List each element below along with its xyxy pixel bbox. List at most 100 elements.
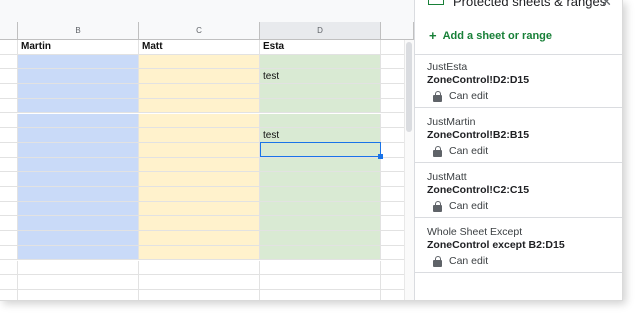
- protected-item-justmartin[interactable]: JustMartin ZoneControl!B2:B15 Can edit: [427, 116, 617, 157]
- item-permission: Can edit: [427, 200, 617, 212]
- cell[interactable]: [18, 142, 139, 158]
- cell[interactable]: [0, 157, 18, 173]
- lock-icon: [433, 145, 442, 157]
- cell[interactable]: [0, 84, 18, 99]
- header-cell-martin[interactable]: Martin: [18, 40, 139, 55]
- app-window: B C D Martin Matt Esta test test Protect…: [0, 0, 623, 301]
- lock-icon: [433, 255, 442, 267]
- header-cell-matt[interactable]: Matt: [139, 40, 260, 55]
- cell[interactable]: [18, 84, 139, 99]
- fill-handle[interactable]: [378, 154, 383, 159]
- cell[interactable]: [0, 289, 18, 300]
- add-range-button[interactable]: + Add a sheet or range: [429, 28, 552, 43]
- cell[interactable]: [18, 216, 139, 232]
- cell[interactable]: [0, 98, 18, 114]
- protected-item-whole-sheet-except[interactable]: Whole Sheet Except ZoneControl except B2…: [427, 226, 617, 267]
- col-header-b[interactable]: B: [18, 22, 139, 40]
- cell[interactable]: [0, 216, 18, 232]
- cell[interactable]: [18, 69, 139, 85]
- cell[interactable]: [260, 113, 381, 129]
- cell[interactable]: [139, 216, 260, 232]
- cell[interactable]: [139, 113, 260, 129]
- cell[interactable]: [260, 84, 381, 99]
- cell[interactable]: [18, 245, 139, 261]
- cell[interactable]: [18, 128, 139, 143]
- cell[interactable]: [18, 187, 139, 202]
- permission-label: Can edit: [449, 200, 489, 212]
- cell[interactable]: [139, 69, 260, 85]
- cell[interactable]: [0, 172, 18, 187]
- protected-item-justmatt[interactable]: JustMatt ZoneControl!C2:C15 Can edit: [427, 171, 617, 212]
- cell[interactable]: [139, 289, 260, 300]
- cell[interactable]: [18, 275, 139, 290]
- cell[interactable]: [139, 157, 260, 173]
- col-header-a[interactable]: [0, 22, 18, 40]
- protected-ranges-panel: Protected sheets & ranges ✕ + Add a shee…: [414, 0, 622, 300]
- cell[interactable]: [18, 172, 139, 187]
- cell[interactable]: [260, 289, 381, 300]
- item-name: JustMatt: [427, 171, 467, 183]
- scrollbar-thumb[interactable]: [406, 42, 412, 132]
- selected-cell-d8[interactable]: [260, 142, 381, 157]
- cell[interactable]: [260, 172, 381, 187]
- permission-label: Can edit: [449, 145, 489, 157]
- cell[interactable]: [139, 275, 260, 290]
- divider: [415, 272, 622, 273]
- cell[interactable]: [0, 275, 18, 290]
- cell[interactable]: [139, 172, 260, 187]
- cell[interactable]: [260, 54, 381, 70]
- cell[interactable]: [260, 216, 381, 232]
- cell[interactable]: [260, 245, 381, 261]
- cell[interactable]: [139, 231, 260, 246]
- cell[interactable]: [0, 260, 18, 276]
- cell[interactable]: [260, 201, 381, 217]
- cell[interactable]: [18, 231, 139, 246]
- cell[interactable]: [18, 289, 139, 300]
- cell[interactable]: [0, 245, 18, 261]
- cell[interactable]: [0, 201, 18, 217]
- cell[interactable]: [260, 187, 381, 202]
- col-header-e[interactable]: [381, 22, 414, 40]
- cell[interactable]: [260, 260, 381, 276]
- cell[interactable]: [260, 275, 381, 290]
- cell[interactable]: [18, 201, 139, 217]
- cell[interactable]: [139, 84, 260, 99]
- cell[interactable]: [0, 54, 18, 70]
- cell[interactable]: [18, 113, 139, 129]
- cell[interactable]: [0, 40, 18, 55]
- cell[interactable]: [0, 142, 18, 158]
- cell[interactable]: [139, 98, 260, 114]
- col-header-c[interactable]: C: [139, 22, 260, 40]
- item-name: Whole Sheet Except: [427, 226, 523, 238]
- cell[interactable]: [18, 54, 139, 70]
- cell[interactable]: [260, 157, 381, 173]
- divider: [415, 162, 622, 163]
- toolbar-remnant: [0, 0, 414, 23]
- permission-label: Can edit: [449, 255, 489, 267]
- cell[interactable]: [18, 98, 139, 114]
- close-icon[interactable]: ✕: [601, 0, 612, 10]
- cell-grid[interactable]: Martin Matt Esta test test: [0, 40, 410, 300]
- cell[interactable]: [139, 245, 260, 261]
- cell[interactable]: [18, 260, 139, 276]
- cell-d3[interactable]: test: [260, 70, 381, 85]
- cell[interactable]: [139, 187, 260, 202]
- item-range: ZoneControl!C2:C15: [427, 184, 530, 196]
- cell[interactable]: [139, 260, 260, 276]
- cell[interactable]: [18, 157, 139, 173]
- cell[interactable]: [139, 142, 260, 158]
- cell[interactable]: [139, 54, 260, 70]
- cell[interactable]: [139, 201, 260, 217]
- col-header-d[interactable]: D: [260, 22, 381, 40]
- cell[interactable]: [0, 113, 18, 129]
- header-cell-esta[interactable]: Esta: [260, 40, 381, 55]
- cell[interactable]: [139, 128, 260, 143]
- item-range: ZoneControl except B2:D15: [427, 239, 565, 251]
- protected-item-justesta[interactable]: JustEsta ZoneControl!D2:D15 Can edit: [427, 61, 617, 102]
- cell[interactable]: [0, 128, 18, 143]
- cell[interactable]: [260, 98, 381, 114]
- cell[interactable]: [0, 187, 18, 202]
- cell[interactable]: [260, 231, 381, 246]
- cell[interactable]: [0, 231, 18, 246]
- cell[interactable]: [0, 69, 18, 85]
